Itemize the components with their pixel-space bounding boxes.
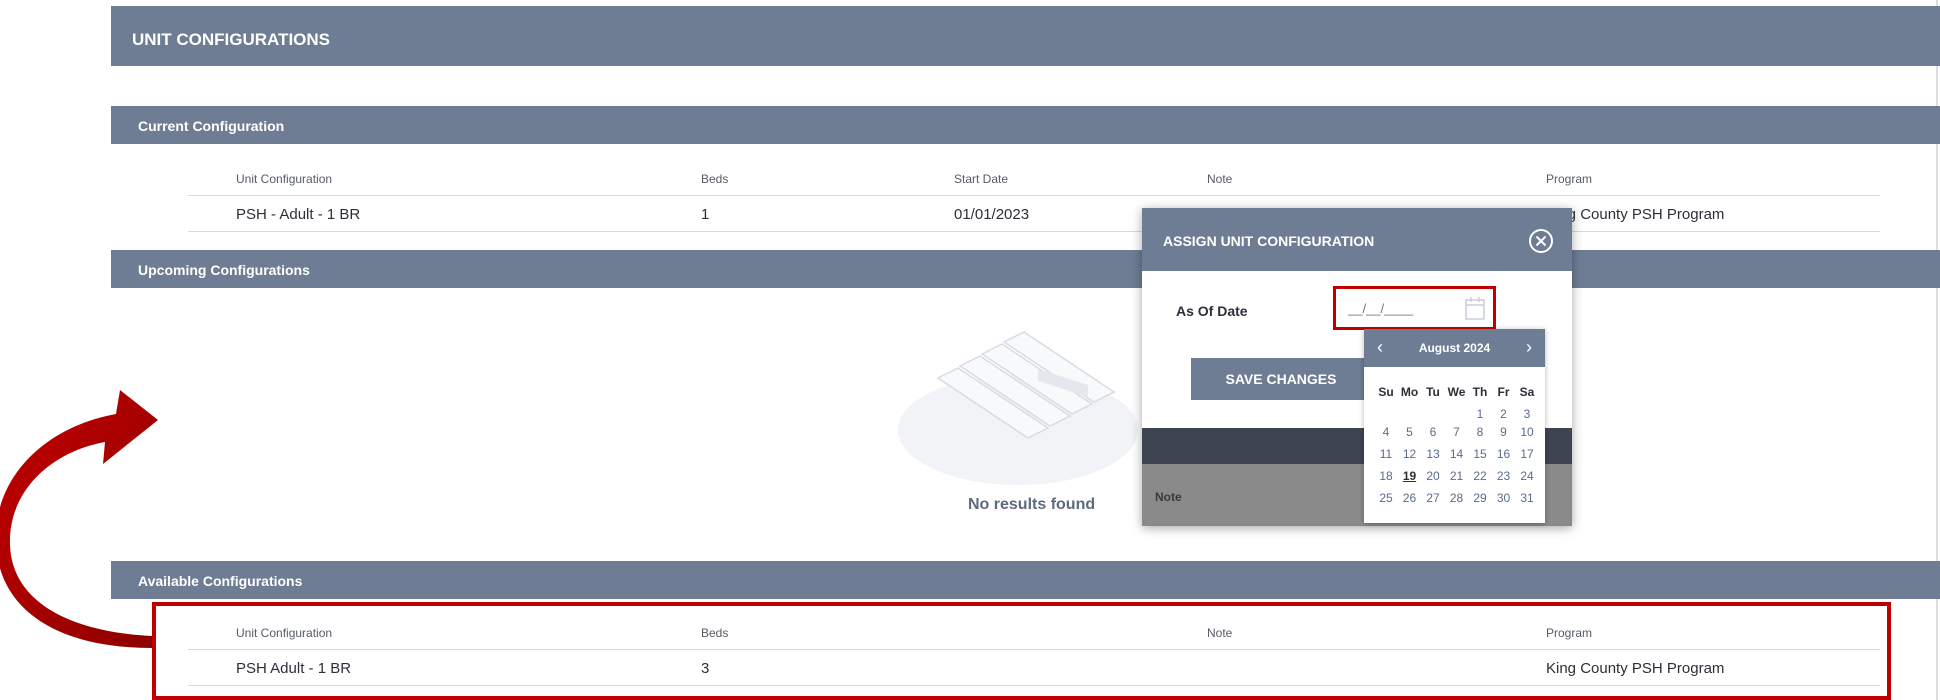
calendar-day[interactable]: 11 bbox=[1375, 447, 1397, 461]
upcoming-configurations-header: Upcoming Configurations bbox=[111, 250, 1940, 288]
calendar-day[interactable]: 8 bbox=[1469, 425, 1491, 439]
available-configurations-header: Available Configurations bbox=[111, 561, 1940, 599]
table-row[interactable]: PSH - Adult - 1 BR 1 01/01/2023 King Cou… bbox=[188, 196, 1880, 232]
calendar-day[interactable]: 6 bbox=[1422, 425, 1444, 439]
column-start-date[interactable]: Start Date bbox=[954, 172, 1008, 186]
calendar-day[interactable]: 14 bbox=[1446, 447, 1468, 461]
calendar-day[interactable]: 15 bbox=[1469, 447, 1491, 461]
calendar-day[interactable]: 29 bbox=[1469, 491, 1491, 505]
weekday-header-row: Su Mo Tu We Th Fr Sa bbox=[1375, 385, 1539, 407]
calendar-day[interactable]: 12 bbox=[1399, 447, 1421, 461]
as-of-date-field[interactable] bbox=[1333, 286, 1496, 330]
highlight-box bbox=[152, 602, 1891, 700]
calendar-day[interactable]: 19 bbox=[1399, 469, 1421, 483]
calendar-day[interactable]: 2 bbox=[1493, 407, 1515, 421]
calendar-day[interactable]: 10 bbox=[1516, 425, 1538, 439]
current-configuration-table: Unit Configuration Beds Start Date Note … bbox=[188, 160, 1880, 232]
weekday-label: We bbox=[1447, 385, 1466, 399]
calendar-day[interactable]: 7 bbox=[1446, 425, 1468, 439]
calendar-day[interactable]: 4 bbox=[1375, 425, 1397, 439]
column-note[interactable]: Note bbox=[1207, 172, 1232, 186]
column-program[interactable]: Program bbox=[1546, 172, 1592, 186]
calendar-day[interactable]: 1 bbox=[1469, 407, 1491, 421]
modal-title: ASSIGN UNIT CONFIGURATION bbox=[1142, 208, 1572, 271]
as-of-date-input[interactable] bbox=[1348, 297, 1458, 319]
calendar-day[interactable]: 17 bbox=[1516, 447, 1538, 461]
page-title: UNIT CONFIGURATIONS bbox=[111, 6, 1940, 66]
column-unit-configuration[interactable]: Unit Configuration bbox=[236, 172, 332, 186]
calendar-day[interactable]: 25 bbox=[1375, 491, 1397, 505]
date-picker-header: ‹ August 2024 › bbox=[1364, 329, 1545, 367]
calendar-day[interactable]: 20 bbox=[1422, 469, 1444, 483]
cell-beds: 1 bbox=[701, 206, 710, 223]
calendar-icon[interactable] bbox=[1464, 295, 1486, 321]
calendar-day[interactable]: 24 bbox=[1516, 469, 1538, 483]
column-beds[interactable]: Beds bbox=[701, 172, 728, 186]
calendar-day[interactable]: 18 bbox=[1375, 469, 1397, 483]
month-label: August 2024 bbox=[1418, 341, 1491, 355]
weekday-label: Su bbox=[1378, 385, 1394, 399]
date-picker: ‹ August 2024 › Su Mo Tu We Th Fr Sa 1 2 3 4 5 6 7 8 9 1… bbox=[1364, 329, 1545, 523]
next-month-button[interactable]: › bbox=[1519, 337, 1539, 357]
curved-arrow-icon bbox=[0, 390, 158, 648]
current-configuration-header: Current Configuration bbox=[111, 106, 1940, 144]
calendar-day[interactable]: 13 bbox=[1422, 447, 1444, 461]
calendar-day[interactable]: 5 bbox=[1399, 425, 1421, 439]
calendar-week-row: 4 5 6 7 8 9 10 bbox=[1375, 425, 1539, 447]
as-of-date-label: As Of Date bbox=[1176, 303, 1248, 319]
weekday-label: Sa bbox=[1519, 385, 1535, 399]
empty-state-illustration bbox=[898, 331, 1138, 485]
save-changes-button[interactable]: SAVE CHANGES bbox=[1191, 358, 1371, 400]
calendar-grid: Su Mo Tu We Th Fr Sa 1 2 3 4 5 6 7 8 9 10 11 12 13 14 15 16 17 1… bbox=[1375, 385, 1539, 513]
calendar-day[interactable]: 22 bbox=[1469, 469, 1491, 483]
empty-state-text: No results found bbox=[968, 496, 1096, 513]
calendar-day[interactable]: 21 bbox=[1446, 469, 1468, 483]
calendar-day[interactable]: 28 bbox=[1446, 491, 1468, 505]
close-icon[interactable] bbox=[1528, 228, 1554, 254]
cell-program: King County PSH Program bbox=[1546, 206, 1725, 223]
calendar-day[interactable]: 26 bbox=[1399, 491, 1421, 505]
calendar-day[interactable]: 27 bbox=[1422, 491, 1444, 505]
weekday-label: Mo bbox=[1400, 385, 1419, 399]
page: UNIT CONFIGURATIONS Current Configuratio… bbox=[0, 0, 1940, 700]
table-header: Unit Configuration Beds Start Date Note … bbox=[188, 160, 1880, 196]
calendar-day[interactable]: 30 bbox=[1493, 491, 1515, 505]
cell-start-date: 01/01/2023 bbox=[954, 206, 1030, 223]
calendar-week-row: 123 bbox=[1375, 407, 1539, 425]
note-label: Note bbox=[1155, 490, 1182, 504]
calendar-week-row: 11 12 13 14 15 16 17 bbox=[1375, 447, 1539, 469]
weekday-label: Th bbox=[1472, 385, 1488, 399]
calendar-week-row: 25 26 27 28 29 30 31 bbox=[1375, 491, 1539, 513]
cell-unit-configuration: PSH - Adult - 1 BR bbox=[236, 206, 361, 223]
calendar-day[interactable]: 23 bbox=[1493, 469, 1515, 483]
weekday-label: Tu bbox=[1426, 385, 1440, 399]
calendar-day[interactable]: 31 bbox=[1516, 491, 1538, 505]
calendar-day[interactable]: 3 bbox=[1516, 407, 1538, 421]
calendar-day[interactable]: 9 bbox=[1493, 425, 1515, 439]
calendar-week-row: 18 19 20 21 22 23 24 bbox=[1375, 469, 1539, 491]
calendar-day[interactable]: 16 bbox=[1493, 447, 1515, 461]
weekday-label: Fr bbox=[1497, 385, 1510, 399]
